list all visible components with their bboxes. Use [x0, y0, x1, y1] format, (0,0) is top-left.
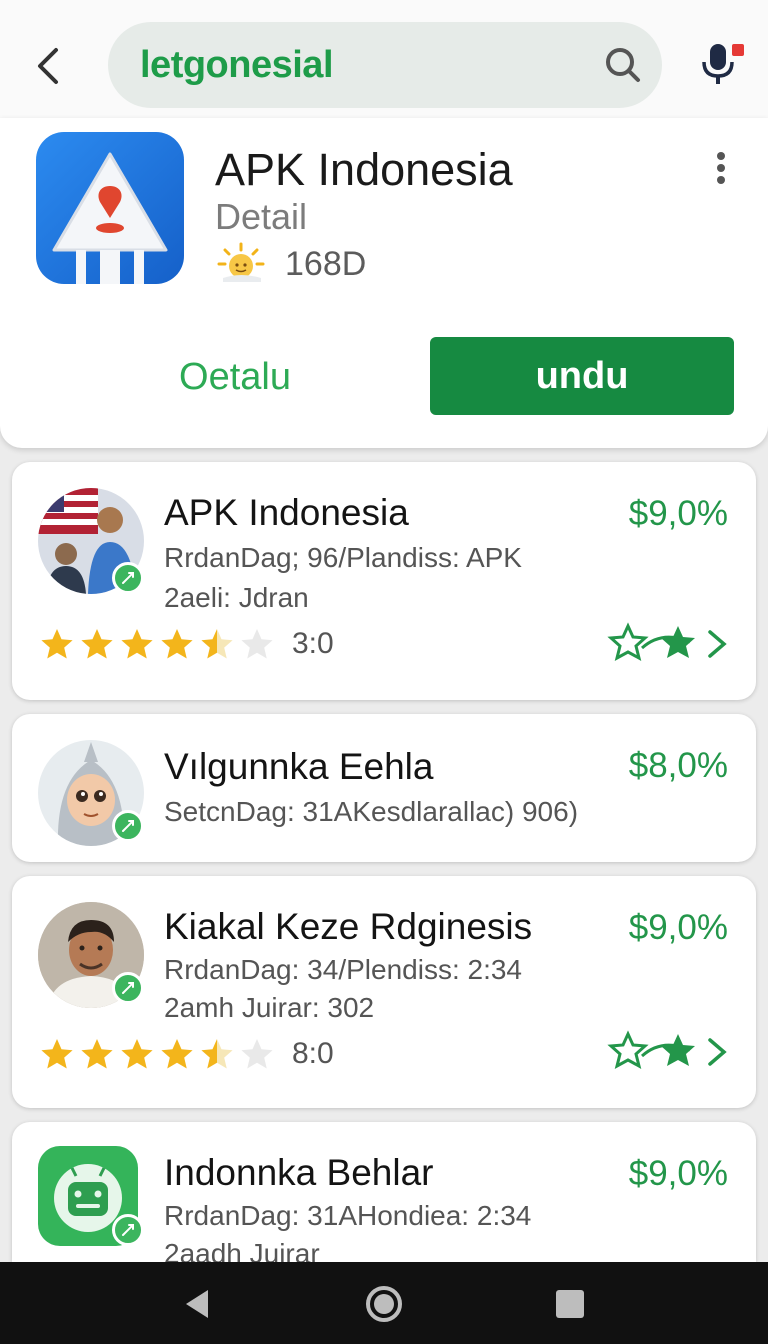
- secondary-action-button[interactable]: Oetalu: [140, 338, 330, 416]
- item-price: $8,0%: [628, 746, 728, 785]
- app-meta-value: 168D: [285, 244, 367, 283]
- more-options-button[interactable]: [706, 148, 736, 188]
- item-detail: RrdanDag: 31AHondiea: 2:34: [164, 1200, 532, 1231]
- item-detail: RrdanDag: 34/Plendiss: 2:34: [164, 954, 522, 985]
- stars-arrow-icon: [607, 1030, 727, 1069]
- favorite-action-button[interactable]: [606, 622, 732, 666]
- app-title: APK Indonesia: [215, 144, 513, 195]
- star-rating: 8:0: [38, 1036, 334, 1072]
- item-detail: 2aadh Juirar: [164, 1238, 320, 1262]
- list-item[interactable]: Vılgunnka Eehla SetcnDag: 31AKesdlaralla…: [12, 714, 756, 862]
- empty-star-icon: [241, 1039, 273, 1069]
- half-star-icon: [201, 629, 233, 659]
- list-item[interactable]: Indonnka Behlar RrdanDag: 31AHondiea: 2:…: [12, 1122, 756, 1262]
- star-icon: [161, 629, 193, 659]
- item-title: Indonnka Behlar: [164, 1152, 434, 1193]
- item-price: $9,0%: [628, 908, 728, 947]
- star-icon: [81, 629, 113, 659]
- list-item[interactable]: Kiakal Keze Rdginesis RrdanDag: 34/Plend…: [12, 876, 756, 1108]
- star-icon: [41, 629, 73, 659]
- item-title: APK Indonesia: [164, 492, 409, 533]
- verified-badge-icon: [112, 1214, 144, 1246]
- verified-badge-icon: [112, 562, 144, 594]
- search-query-text[interactable]: letgonesial: [140, 44, 334, 87]
- item-detail: 2amh Juirar: 302: [164, 992, 375, 1023]
- verified-badge-icon: [112, 810, 144, 842]
- primary-action-button[interactable]: undu: [430, 337, 734, 415]
- item-detail: 2aeli: Jdran: [164, 582, 309, 613]
- item-title: Vılgunnka Eehla: [164, 746, 434, 787]
- app-meta: 168D: [215, 242, 366, 286]
- empty-star-icon: [241, 629, 273, 659]
- star-rating: 3:0: [38, 626, 334, 662]
- item-detail: RrdanDag; 96/Plandiss: APK: [164, 542, 522, 573]
- stars-arrow-icon: [607, 622, 727, 661]
- item-price: $9,0%: [628, 494, 728, 533]
- star-icon: [41, 1039, 73, 1069]
- circle-home-icon: [366, 1286, 402, 1322]
- nav-home-button[interactable]: [362, 1282, 406, 1326]
- app-header-card: APK Indonesia Detail 168D Oetalu undu: [0, 118, 768, 448]
- voice-search-button[interactable]: [692, 38, 748, 90]
- triangle-back-icon: [186, 1290, 208, 1318]
- back-button[interactable]: [24, 40, 72, 92]
- sun-icon: [217, 242, 265, 282]
- rating-value: 3:0: [292, 627, 334, 660]
- item-price: $9,0%: [628, 1154, 728, 1193]
- nav-back-button[interactable]: [176, 1282, 220, 1326]
- star-icon: [121, 1039, 153, 1069]
- square-recents-icon: [556, 1290, 584, 1318]
- search-field[interactable]: letgonesial: [108, 22, 662, 108]
- verified-badge-icon: [112, 972, 144, 1004]
- app-subtitle: Detail: [215, 196, 308, 237]
- app-logo-icon: [36, 132, 184, 284]
- item-detail: SetcnDag: 31AKesdlarallac) 906): [164, 796, 579, 827]
- favorite-action-button[interactable]: [606, 1030, 732, 1074]
- item-title: Kiakal Keze Rdginesis: [164, 906, 533, 947]
- star-icon: [121, 629, 153, 659]
- half-star-icon: [201, 1039, 233, 1069]
- top-app-bar: letgonesial: [0, 0, 768, 122]
- more-options-icon: [717, 152, 725, 160]
- rating-value: 8:0: [292, 1037, 334, 1070]
- star-icon: [81, 1039, 113, 1069]
- system-navigation-bar: [0, 1262, 768, 1344]
- star-icon: [161, 1039, 193, 1069]
- nav-recents-button[interactable]: [548, 1282, 592, 1326]
- back-arrow-icon: [38, 48, 58, 84]
- search-icon[interactable]: [604, 46, 642, 84]
- list-item[interactable]: APK Indonesia RrdanDag; 96/Plandiss: APK…: [12, 462, 756, 700]
- notification-badge: [732, 44, 744, 56]
